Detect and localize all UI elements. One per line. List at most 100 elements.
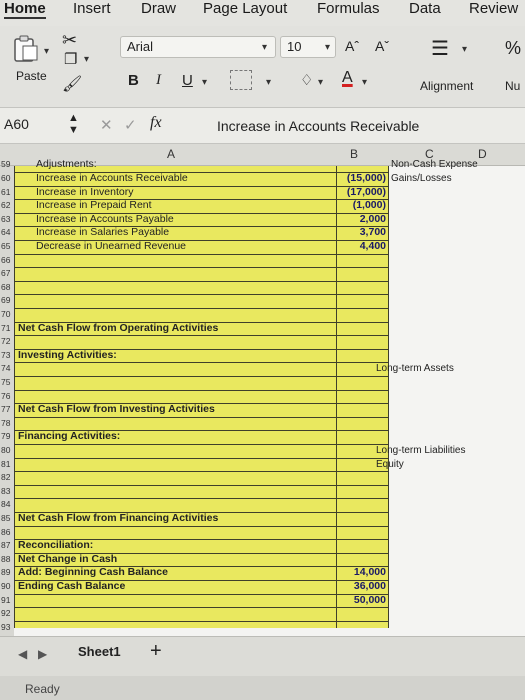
cell-a[interactable]: Add: Beginning Cash Balance (18, 566, 168, 580)
row-number[interactable]: 86 (0, 526, 14, 540)
row-number[interactable]: 74 (0, 362, 14, 376)
row-number[interactable]: 89 (0, 566, 14, 580)
cell-a[interactable]: Net Cash Flow from Financing Activities (18, 512, 218, 526)
row-number[interactable]: 84 (0, 498, 14, 512)
italic-button[interactable]: I (156, 72, 161, 89)
cell-c[interactable]: Long-term Liabilities (376, 444, 466, 458)
fill-color-icon[interactable]: ♢ (300, 71, 313, 89)
paste-dropdown-icon[interactable]: ▾ (44, 46, 49, 57)
row-number[interactable]: 76 (0, 390, 14, 404)
row-number[interactable]: 87 (0, 539, 14, 553)
tab-draw[interactable]: Draw (141, 0, 176, 17)
row-number[interactable]: 78 (0, 417, 14, 431)
row-number[interactable]: 72 (0, 335, 14, 349)
row-number[interactable]: 85 (0, 512, 14, 526)
copy-dropdown-icon[interactable]: ▾ (84, 54, 89, 65)
cell-b[interactable]: 4,400 (336, 240, 386, 254)
name-box-stepper-icon[interactable]: ▲ ▼ (68, 112, 79, 136)
row-number[interactable]: 93 (0, 621, 14, 635)
scroll-left-icon[interactable]: ◀ (18, 647, 27, 661)
underline-button[interactable]: U (182, 72, 193, 89)
font-name-select[interactable]: Arial (120, 36, 276, 58)
font-name-chevron-icon[interactable]: ▾ (262, 42, 267, 53)
cell-b[interactable]: 50,000 (336, 594, 386, 608)
cell-a[interactable]: Adjustments: (36, 158, 97, 171)
name-box[interactable]: A60 (4, 116, 29, 132)
cell-a[interactable]: Financing Activities: (18, 430, 120, 444)
cell-a[interactable]: Reconciliation: (18, 539, 93, 553)
row-number[interactable]: 77 (0, 403, 14, 417)
cell-b[interactable]: (17,000) (336, 186, 386, 200)
grow-font-button[interactable]: Aˆ (345, 38, 359, 54)
tab-home[interactable]: Home (4, 0, 46, 19)
cell-a[interactable]: Increase in Prepaid Rent (36, 199, 152, 213)
row-number[interactable]: 90 (0, 580, 14, 594)
bold-button[interactable]: B (128, 72, 139, 89)
row-number[interactable]: 83 (0, 485, 14, 499)
cell-b[interactable]: 14,000 (336, 566, 386, 580)
tab-data[interactable]: Data (409, 0, 441, 17)
formula-input[interactable]: Increase in Accounts Receivable (217, 118, 419, 134)
add-sheet-button[interactable]: + (150, 640, 162, 663)
borders-dropdown-icon[interactable]: ▾ (266, 77, 271, 88)
number-format-icon[interactable]: % (505, 38, 521, 59)
cell-a[interactable]: Increase in Accounts Payable (36, 213, 174, 227)
row-number[interactable]: 81 (0, 458, 14, 472)
cell-c[interactable]: Long-term Assets (376, 362, 454, 376)
row-number[interactable]: 63 (0, 213, 14, 227)
cell-a[interactable]: Increase in Accounts Receivable (36, 172, 188, 186)
cell-b[interactable]: (1,000) (336, 199, 386, 213)
paste-icon[interactable] (12, 34, 42, 64)
row-number[interactable]: 82 (0, 471, 14, 485)
row-number[interactable]: 88 (0, 553, 14, 567)
font-size-chevron-icon[interactable]: ▾ (325, 42, 330, 53)
tab-insert[interactable]: Insert (73, 0, 111, 17)
cell-a[interactable]: Net Change in Cash (18, 553, 117, 567)
format-painter-icon[interactable]: 🖌 (62, 74, 82, 94)
cell-c[interactable]: Non-Cash Expense (391, 159, 478, 171)
scroll-right-icon[interactable]: ▶ (38, 647, 47, 661)
cell-b[interactable]: (15,000) (336, 172, 386, 186)
tab-formulas[interactable]: Formulas (317, 0, 380, 17)
cancel-icon[interactable]: ✕ (100, 116, 113, 134)
tab-review[interactable]: Review (469, 0, 518, 17)
row-number[interactable]: 64 (0, 226, 14, 240)
confirm-icon[interactable]: ✓ (124, 116, 137, 134)
cell-c[interactable]: Equity (376, 458, 404, 472)
row-number[interactable]: 92 (0, 607, 14, 621)
cell-a[interactable]: Decrease in Unearned Revenue (36, 240, 186, 254)
row-number[interactable]: 91 (0, 594, 14, 608)
row-number[interactable]: 71 (0, 322, 14, 336)
align-icon[interactable]: ☰ (431, 36, 449, 61)
copy-icon[interactable]: ❐ (64, 50, 77, 68)
row-number[interactable]: 62 (0, 199, 14, 213)
cell-b[interactable]: 36,000 (336, 580, 386, 594)
function-icon[interactable]: fx (150, 114, 162, 132)
cell-a[interactable]: Increase in Salaries Payable (36, 226, 169, 240)
cell-a[interactable]: Increase in Inventory (36, 186, 133, 200)
font-color-button[interactable]: A (342, 69, 353, 87)
row-number[interactable]: 69 (0, 294, 14, 308)
sheet-tab-sheet1[interactable]: Sheet1 (78, 644, 121, 659)
row-number[interactable]: 75 (0, 376, 14, 390)
cut-icon[interactable]: ✂ (62, 30, 77, 51)
font-color-dropdown-icon[interactable]: ▾ (362, 77, 367, 88)
underline-dropdown-icon[interactable]: ▾ (202, 77, 207, 88)
cell-b[interactable]: 3,700 (336, 226, 386, 240)
cell-a[interactable]: Investing Activities: (18, 349, 117, 363)
row-number[interactable]: 68 (0, 281, 14, 295)
row-number[interactable]: 79 (0, 430, 14, 444)
cell-c[interactable]: Gains/Losses (391, 172, 452, 186)
cell-a[interactable]: Net Cash Flow from Operating Activities (18, 322, 218, 336)
row-number[interactable]: 65 (0, 240, 14, 254)
borders-icon[interactable] (230, 70, 252, 90)
row-number[interactable]: 60 (0, 172, 14, 186)
row-number[interactable]: 73 (0, 349, 14, 363)
cell-b[interactable]: 2,000 (336, 213, 386, 227)
cell-a[interactable]: Ending Cash Balance (18, 580, 125, 594)
align-dropdown-icon[interactable]: ▾ (462, 44, 467, 55)
row-number[interactable]: 61 (0, 186, 14, 200)
row-number[interactable]: 70 (0, 308, 14, 322)
cell-a[interactable]: Net Cash Flow from Investing Activities (18, 403, 215, 417)
fill-color-dropdown-icon[interactable]: ▾ (318, 77, 323, 88)
